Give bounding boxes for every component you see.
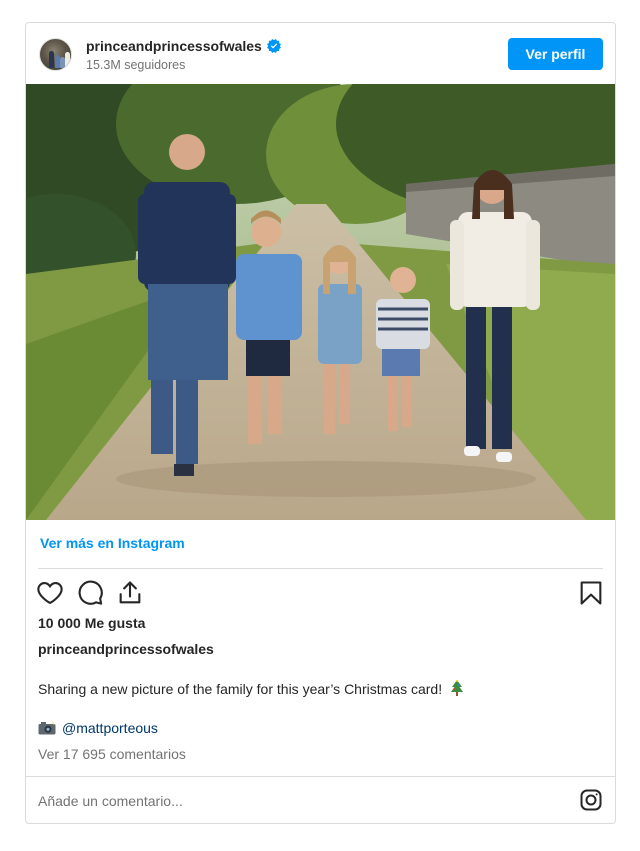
likes-count: 10 000 Me gusta [38,615,146,631]
username[interactable]: princeandprincessofwales [86,38,262,54]
verified-badge-icon [266,39,281,53]
photo-credit: @mattporteous [38,720,158,736]
christmas-tree-icon [450,680,463,696]
credit-mention-link[interactable]: @mattporteous [62,720,158,736]
comment-icon[interactable] [76,579,104,607]
view-comments-link[interactable]: Ver 17 695 comentarios [38,746,186,762]
family-photo-illustration [26,84,615,520]
username-row: princeandprincessofwales [86,38,281,54]
post-header: princeandprincessofwales 15.3M seguidore… [26,23,615,84]
post-actions [36,579,605,609]
divider [38,568,603,569]
caption-text: Sharing a new picture of the family for … [38,681,443,697]
divider [26,776,615,777]
profile-avatar[interactable] [39,38,72,71]
instagram-icon[interactable] [579,788,603,812]
share-icon[interactable] [116,579,144,607]
instagram-embed-card: princeandprincessofwales 15.3M seguidore… [25,22,616,824]
bookmark-icon[interactable] [577,579,605,607]
post-caption: Sharing a new picture of the family for … [38,680,464,697]
heart-icon[interactable] [36,579,64,607]
family-photo[interactable] [26,84,615,520]
camera-flash-icon [38,721,56,735]
view-profile-button[interactable]: Ver perfil [508,38,603,70]
add-comment-input[interactable] [38,788,538,814]
followers-count: 15.3M seguidores [86,58,186,72]
post-owner-username[interactable]: princeandprincessofwales [38,641,214,657]
view-more-on-instagram-link[interactable]: Ver más en Instagram [40,535,185,551]
